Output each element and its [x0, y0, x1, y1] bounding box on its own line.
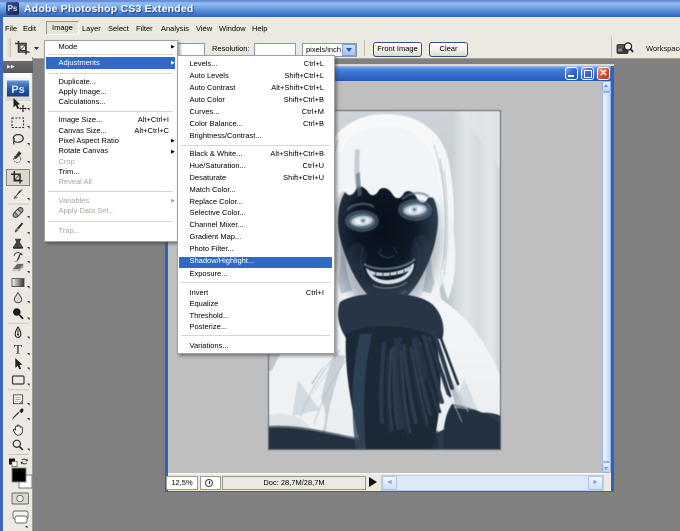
svg-text:T: T: [14, 342, 22, 357]
svg-text:Ps: Ps: [11, 84, 24, 96]
